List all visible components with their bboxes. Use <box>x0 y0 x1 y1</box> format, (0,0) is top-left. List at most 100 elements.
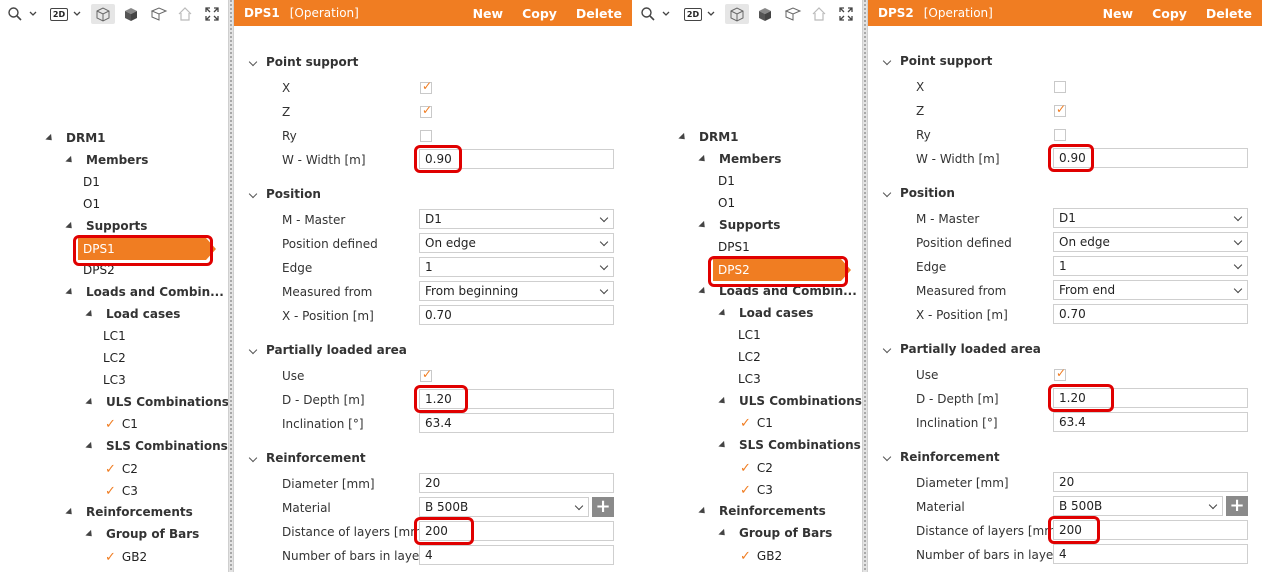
home-icon[interactable] <box>808 4 830 24</box>
collapse-arrow-icon[interactable] <box>85 441 95 452</box>
collapse-arrow-icon[interactable] <box>65 221 75 232</box>
collapse-arrow-icon[interactable] <box>718 528 728 539</box>
material-select[interactable]: B 500B <box>419 497 589 517</box>
tree-node-root[interactable]: DRM1 <box>45 128 106 148</box>
section-partially-loaded-area[interactable]: Partially loaded area <box>882 342 1041 356</box>
tree-node-load-cases[interactable]: Load cases <box>718 303 813 323</box>
checkbox-use[interactable] <box>1054 366 1066 381</box>
number-of-bars-input[interactable]: 4 <box>419 545 614 565</box>
collapse-arrow-icon[interactable] <box>718 440 728 451</box>
add-material-button[interactable]: + <box>1226 496 1248 516</box>
copy-button[interactable]: Copy <box>1152 6 1187 21</box>
check-icon[interactable]: ✓ <box>105 550 116 565</box>
chevron-down-icon[interactable] <box>882 56 892 66</box>
x-position-input[interactable]: 0.70 <box>1053 304 1248 324</box>
tree-node-group-of-bars[interactable]: Group of Bars <box>718 523 832 543</box>
depth-input[interactable]: 1.20 <box>1053 388 1248 408</box>
chevron-down-icon[interactable] <box>248 57 258 67</box>
tree-node-member-o1[interactable]: O1 <box>83 194 100 214</box>
collapse-arrow-icon[interactable] <box>698 220 708 231</box>
tree-node-loads[interactable]: Loads and Combin... <box>65 282 224 302</box>
position-defined-select[interactable]: On edge <box>1053 232 1248 252</box>
view-2d-button[interactable]: 2D <box>48 4 70 24</box>
master-select[interactable]: D1 <box>419 209 614 229</box>
tree-node-group-of-bars[interactable]: Group of Bars <box>85 524 199 544</box>
section-view-icon[interactable] <box>148 4 170 24</box>
collapse-arrow-icon[interactable] <box>678 132 688 143</box>
tree-node-c3[interactable]: ✓ C3 <box>740 480 773 500</box>
tree-node-sls[interactable]: SLS Combinations <box>718 435 861 455</box>
collapse-arrow-icon[interactable] <box>85 309 95 320</box>
tree-node-reinforcements[interactable]: Reinforcements <box>698 501 826 521</box>
new-button[interactable]: New <box>473 6 504 21</box>
tree-node-support-dps2[interactable]: DPS2 <box>83 260 115 280</box>
tree-node-lc3[interactable]: LC3 <box>103 370 126 390</box>
chevron-down-icon[interactable] <box>882 452 892 462</box>
tree-node-member-d1[interactable]: D1 <box>83 172 100 192</box>
fullscreen-icon[interactable] <box>835 4 857 24</box>
collapse-arrow-icon[interactable] <box>698 286 708 297</box>
view-2d-button[interactable]: 2D <box>682 4 704 24</box>
tree-node-support-dps1[interactable]: DPS1 <box>718 237 750 257</box>
chevron-down-icon[interactable] <box>248 189 258 199</box>
tree-node-root[interactable]: DRM1 <box>678 127 739 147</box>
chevron-down-icon[interactable] <box>882 188 892 198</box>
search-icon[interactable] <box>637 4 659 24</box>
tree-node-c2[interactable]: ✓ C2 <box>105 459 138 479</box>
diameter-input[interactable]: 20 <box>419 473 614 493</box>
section-position[interactable]: Position <box>882 186 955 200</box>
x-position-input[interactable]: 0.70 <box>419 305 614 325</box>
position-defined-select[interactable]: On edge <box>419 233 614 253</box>
material-select[interactable]: B 500B <box>1053 496 1223 516</box>
section-reinforcement[interactable]: Reinforcement <box>248 451 366 465</box>
delete-button[interactable]: Delete <box>1206 6 1252 21</box>
tree-node-uls[interactable]: ULS Combinations <box>85 392 229 412</box>
tree-node-members[interactable]: Members <box>698 149 781 169</box>
fullscreen-icon[interactable] <box>201 4 223 24</box>
collapse-arrow-icon[interactable] <box>698 154 708 165</box>
home-icon[interactable] <box>174 4 196 24</box>
collapse-arrow-icon[interactable] <box>718 396 728 407</box>
collapse-arrow-icon[interactable] <box>65 287 75 298</box>
tree-node-supports[interactable]: Supports <box>65 216 147 236</box>
section-point-support[interactable]: Point support <box>248 55 358 69</box>
delete-button[interactable]: Delete <box>576 6 622 21</box>
checkbox-ry[interactable] <box>420 130 432 142</box>
checkbox-x[interactable] <box>1054 81 1066 93</box>
check-icon[interactable]: ✓ <box>105 417 116 432</box>
chevron-down-icon[interactable] <box>248 345 258 355</box>
checkbox-ry[interactable] <box>1054 129 1066 141</box>
checkbox-z[interactable] <box>420 103 432 118</box>
section-point-support[interactable]: Point support <box>882 54 992 68</box>
solid-cube-icon[interactable] <box>753 4 777 24</box>
tree-node-c2[interactable]: ✓ C2 <box>740 458 773 478</box>
edge-select[interactable]: 1 <box>1053 256 1248 276</box>
search-icon[interactable] <box>4 4 26 24</box>
collapse-arrow-icon[interactable] <box>45 133 55 144</box>
collapse-arrow-icon[interactable] <box>65 507 75 518</box>
tree-node-gb2[interactable]: ✓ GB2 <box>105 547 147 567</box>
tree-node-member-d1[interactable]: D1 <box>718 171 735 191</box>
collapse-arrow-icon[interactable] <box>65 155 75 166</box>
tree-node-uls[interactable]: ULS Combinations <box>718 391 862 411</box>
diameter-input[interactable]: 20 <box>1053 472 1248 492</box>
tree-node-c1[interactable]: ✓ C1 <box>105 414 138 434</box>
tree-node-c1[interactable]: ✓ C1 <box>740 413 773 433</box>
depth-input[interactable]: 1.20 <box>419 389 614 409</box>
width-input[interactable]: 0.90 <box>419 149 614 169</box>
tree-node-load-cases[interactable]: Load cases <box>85 304 180 324</box>
edge-select[interactable]: 1 <box>419 257 614 277</box>
new-button[interactable]: New <box>1103 6 1134 21</box>
check-icon[interactable]: ✓ <box>105 462 116 477</box>
add-material-button[interactable]: + <box>592 497 614 517</box>
chevron-down-icon[interactable] <box>71 4 83 24</box>
inclination-input[interactable]: 63.4 <box>419 413 614 433</box>
tree-node-lc3[interactable]: LC3 <box>738 369 761 389</box>
checkbox-x[interactable] <box>420 79 432 94</box>
master-select[interactable]: D1 <box>1053 208 1248 228</box>
tree-node-gb2[interactable]: ✓ GB2 <box>740 546 782 566</box>
tree-node-sls[interactable]: SLS Combinations <box>85 436 228 456</box>
tree-node-member-o1[interactable]: O1 <box>718 193 735 213</box>
tree-node-lc2[interactable]: LC2 <box>103 348 126 368</box>
width-input[interactable]: 0.90 <box>1053 148 1248 168</box>
